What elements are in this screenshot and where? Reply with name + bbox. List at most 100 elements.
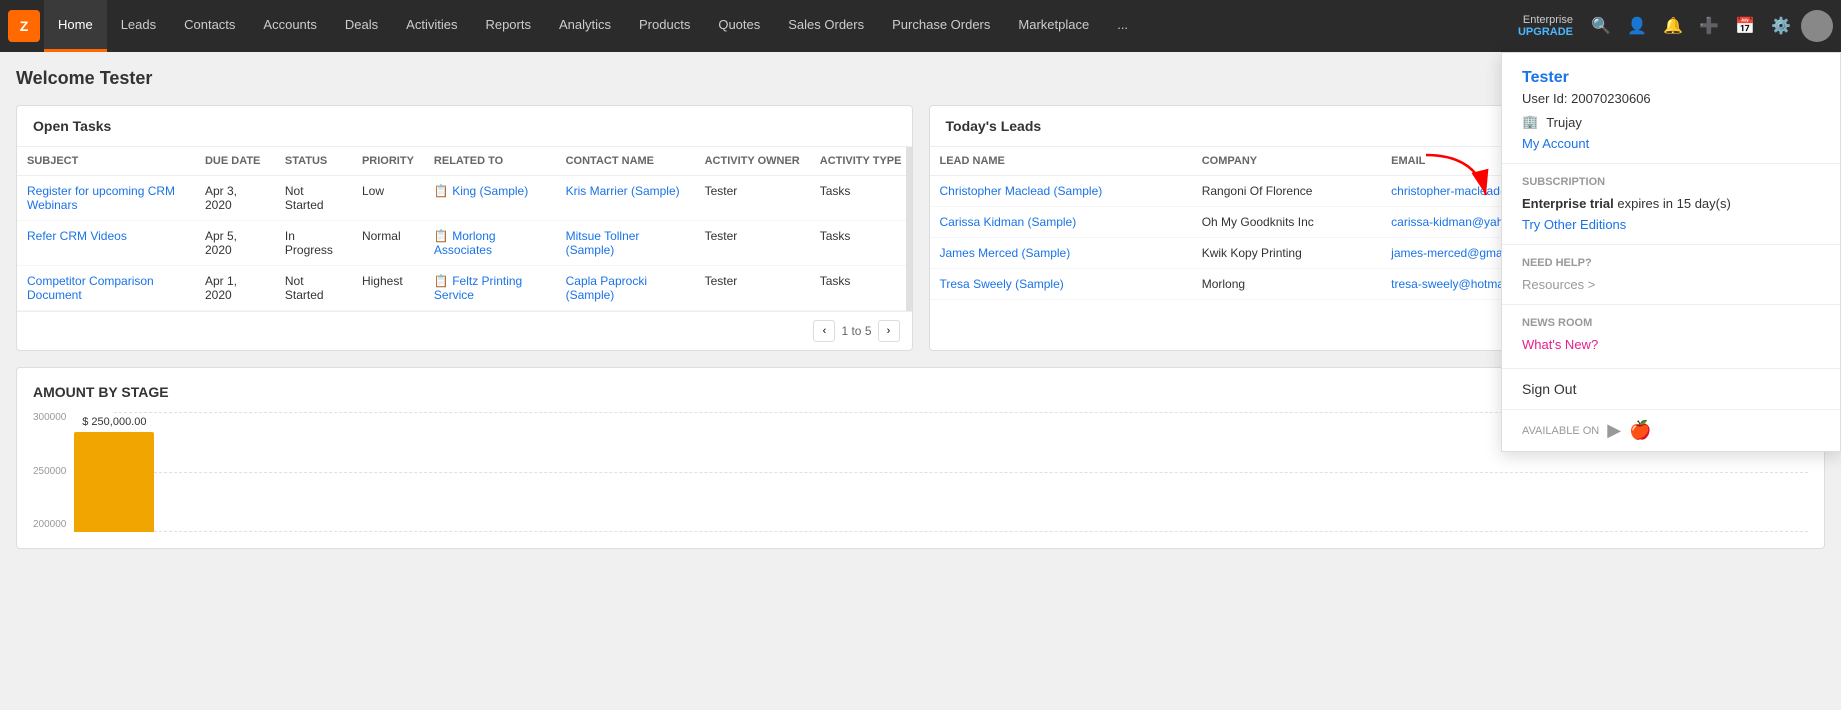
lead-company: Kwik Kopy Printing	[1192, 238, 1381, 269]
whats-new-link[interactable]: What's New?	[1522, 337, 1820, 352]
col-priority: PRIORITY	[352, 147, 424, 176]
task-due-date: Apr 3, 2020	[195, 176, 275, 221]
nav-item-quotes[interactable]: Quotes	[704, 0, 774, 52]
nav-item-marketplace[interactable]: Marketplace	[1004, 0, 1103, 52]
arrow-icon: >	[1588, 277, 1596, 292]
dropdown-help-section: NEED HELP? Resources >	[1502, 245, 1840, 305]
topnav-right: Enterprise UPGRADE 🔍 👤 🔔 ➕ 📅 ⚙️	[1518, 10, 1833, 42]
upgrade-button[interactable]: UPGRADE	[1518, 26, 1573, 38]
lead-company: Oh My Goodknits Inc	[1192, 207, 1381, 238]
chart-bar-col: $ 250,000.00	[74, 416, 154, 532]
next-page-button[interactable]: ›	[878, 320, 900, 342]
try-other-editions-link[interactable]: Try Other Editions	[1522, 217, 1820, 232]
nav-item-home[interactable]: Home	[44, 0, 107, 52]
prev-page-button[interactable]: ‹	[813, 320, 835, 342]
col-subject: SUBJECT	[17, 147, 195, 176]
dropdown-subscription-section: SUBSCRIPTION Enterprise trial expires in…	[1502, 164, 1840, 245]
news-room-title: NEWS ROOM	[1522, 317, 1820, 329]
task-due-date: Apr 1, 2020	[195, 266, 275, 311]
task-related-to[interactable]: 📋 King (Sample)	[424, 176, 556, 221]
chart-bar-prospect	[74, 432, 154, 532]
nav-item-purchase-orders[interactable]: Purchase Orders	[878, 0, 1004, 52]
nav-item-activities[interactable]: Activities	[392, 0, 471, 52]
lead-name[interactable]: Tresa Sweely (Sample)	[930, 269, 1192, 300]
task-type: Tasks	[810, 221, 912, 266]
tasks-scrollbar[interactable]	[906, 147, 912, 311]
my-account-link[interactable]: My Account	[1522, 136, 1820, 151]
tasks-pagination: ‹ 1 to 5 ›	[17, 311, 912, 350]
available-on-label: AVAILABLE ON	[1522, 425, 1599, 437]
resources-link[interactable]: Resources >	[1522, 277, 1820, 292]
task-owner: Tester	[695, 176, 810, 221]
task-contact-name[interactable]: Mitsue Tollner (Sample)	[556, 221, 695, 266]
tasks-table-scroll[interactable]: SUBJECT DUE DATE STATUS PRIORITY RELATED…	[17, 147, 912, 311]
table-row: Competitor Comparison Document Apr 1, 20…	[17, 266, 912, 311]
lead-name[interactable]: Christopher Maclead (Sample)	[930, 176, 1192, 207]
task-status: Not Started	[275, 266, 352, 311]
nav-item-contacts[interactable]: Contacts	[170, 0, 249, 52]
col-related-to: RELATED TO	[424, 147, 556, 176]
task-status: Not Started	[275, 176, 352, 221]
col-activity-owner: ACTIVITY OWNER	[695, 147, 810, 176]
nav-item-deals[interactable]: Deals	[331, 0, 392, 52]
dropdown-username[interactable]: Tester	[1522, 69, 1820, 87]
nav-items: Home Leads Contacts Accounts Deals Activ…	[44, 0, 1142, 52]
dropdown-newsroom-section: NEWS ROOM What's New?	[1502, 305, 1840, 369]
dropdown-user-section: Tester User Id: 20070230606 🏢 Trujay My …	[1502, 53, 1840, 164]
available-on-section: AVAILABLE ON ▶ 🍎	[1502, 409, 1840, 451]
topnav: Z Home Leads Contacts Accounts Deals Act…	[0, 0, 1841, 52]
sign-out-button[interactable]: Sign Out	[1522, 381, 1820, 397]
open-tasks-panel: Open Tasks SUBJECT DUE DATE STATUS PRIOR…	[16, 105, 913, 351]
task-related-to[interactable]: 📋 Morlong Associates	[424, 221, 556, 266]
col-status: STATUS	[275, 147, 352, 176]
nav-item-reports[interactable]: Reports	[471, 0, 545, 52]
task-related-to[interactable]: 📋 Feltz Printing Service	[424, 266, 556, 311]
subscription-title: SUBSCRIPTION	[1522, 176, 1820, 188]
plan-label: Enterprise	[1523, 14, 1573, 26]
task-subject[interactable]: Refer CRM Videos	[17, 221, 195, 266]
col-lead-name: LEAD NAME	[930, 147, 1192, 176]
bar-value-label: $ 250,000.00	[82, 416, 146, 428]
task-owner: Tester	[695, 221, 810, 266]
need-help-title: NEED HELP?	[1522, 257, 1820, 269]
task-contact-name[interactable]: Kris Marrier (Sample)	[556, 176, 695, 221]
apple-store-icon[interactable]: 🍎	[1629, 420, 1651, 441]
search-icon[interactable]: 🔍	[1585, 10, 1617, 42]
task-owner: Tester	[695, 266, 810, 311]
nav-item-products[interactable]: Products	[625, 0, 704, 52]
add-icon[interactable]: ➕	[1693, 10, 1725, 42]
task-status: In Progress	[275, 221, 352, 266]
dropdown-signout-section: Sign Out	[1502, 369, 1840, 409]
nav-item-analytics[interactable]: Analytics	[545, 0, 625, 52]
task-subject[interactable]: Competitor Comparison Document	[17, 266, 195, 311]
notifications-icon[interactable]: 🔔	[1657, 10, 1689, 42]
settings-icon[interactable]: ⚙️	[1765, 10, 1797, 42]
nav-item-more[interactable]: ...	[1103, 0, 1142, 52]
user-avatar[interactable]	[1801, 10, 1833, 42]
lead-name[interactable]: Carissa Kidman (Sample)	[930, 207, 1192, 238]
pagination-text: 1 to 5	[841, 324, 871, 338]
task-priority: Low	[352, 176, 424, 221]
nav-item-accounts[interactable]: Accounts	[249, 0, 330, 52]
open-tasks-title: Open Tasks	[17, 106, 912, 147]
upgrade-section: Enterprise UPGRADE	[1518, 14, 1573, 38]
task-priority: Normal	[352, 221, 424, 266]
lead-name[interactable]: James Merced (Sample)	[930, 238, 1192, 269]
users-icon[interactable]: 👤	[1621, 10, 1653, 42]
task-type: Tasks	[810, 176, 912, 221]
col-contact-name: CONTACT NAME	[556, 147, 695, 176]
nav-item-leads[interactable]: Leads	[107, 0, 170, 52]
subscription-text: Enterprise trial expires in 15 day(s)	[1522, 196, 1820, 211]
calendar-icon[interactable]: 📅	[1729, 10, 1761, 42]
nav-item-sales-orders[interactable]: Sales Orders	[774, 0, 878, 52]
dropdown-trujay-link[interactable]: 🏢 Trujay	[1522, 114, 1820, 130]
lead-company: Morlong	[1192, 269, 1381, 300]
user-dropdown: Tester User Id: 20070230606 🏢 Trujay My …	[1501, 52, 1841, 452]
col-company: COMPANY	[1192, 147, 1381, 176]
task-subject[interactable]: Register for upcoming CRM Webinars	[17, 176, 195, 221]
app-logo[interactable]: Z	[8, 10, 40, 42]
table-row: Register for upcoming CRM Webinars Apr 3…	[17, 176, 912, 221]
google-play-icon[interactable]: ▶	[1607, 420, 1621, 441]
task-type: Tasks	[810, 266, 912, 311]
task-contact-name[interactable]: Capla Paprocki (Sample)	[556, 266, 695, 311]
